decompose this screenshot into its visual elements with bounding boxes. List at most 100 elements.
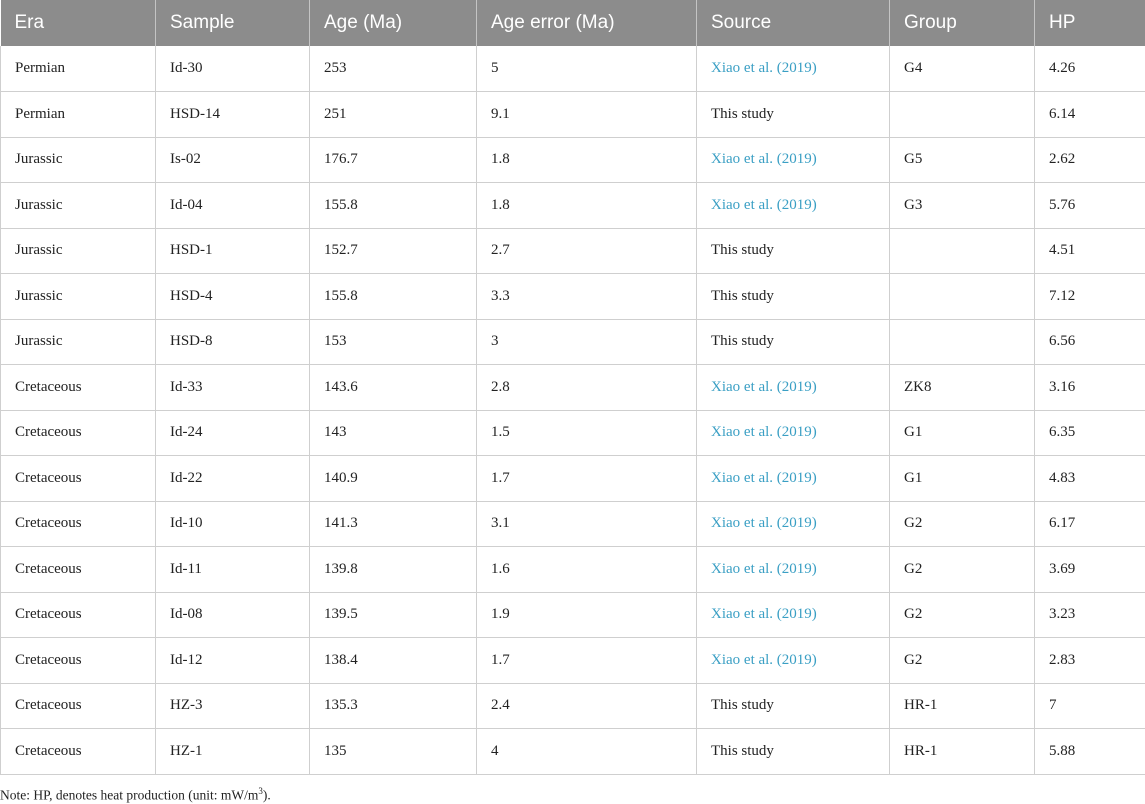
cell-sample: Id-12 — [155, 637, 310, 684]
cell-age: 138.4 — [309, 637, 477, 684]
cell-sample: HSD-4 — [155, 273, 310, 320]
table-row: Cretaceous Id-10 141.3 3.1 Xiao et al. (2019… — [0, 501, 1145, 547]
cell-source-link[interactable]: Xiao et al. (2019) — [696, 137, 890, 183]
cell-age-error: 2.4 — [476, 683, 697, 729]
cell-age-error: 1.9 — [476, 592, 697, 638]
cell-age: 139.5 — [309, 592, 477, 638]
table-body: Permian Id-30 253 5 Xiao et al. (2019) G4 4.26… — [0, 46, 1145, 775]
table-row: Cretaceous Id-33 143.6 2.8 Xiao et al. (2019… — [0, 364, 1145, 411]
cell-sample: Id-24 — [155, 410, 310, 456]
column-header-group: Group — [889, 0, 1035, 46]
table-row: Permian HSD-14 251 9.1 This study 6.14 — [0, 91, 1145, 138]
footnote-suffix: ). — [262, 787, 271, 803]
cell-source-link[interactable]: Xiao et al. (2019) — [696, 364, 890, 411]
cell-age: 141.3 — [309, 501, 477, 547]
cell-source-link[interactable]: Xiao et al. (2019) — [696, 501, 890, 547]
cell-era: Cretaceous — [0, 455, 156, 502]
cell-era: Cretaceous — [0, 592, 156, 638]
cell-hp: 2.83 — [1034, 637, 1145, 684]
table-row: Jurassic Is-02 176.7 1.8 Xiao et al. (2019) G… — [0, 137, 1145, 183]
cell-hp: 3.16 — [1034, 364, 1145, 411]
cell-source-link[interactable]: Xiao et al. (2019) — [696, 592, 890, 638]
column-header-sample: Sample — [155, 0, 310, 46]
cell-sample: Id-33 — [155, 364, 310, 411]
cell-hp: 4.83 — [1034, 455, 1145, 502]
cell-group: HR-1 — [889, 728, 1035, 775]
cell-source: This study — [696, 228, 890, 274]
cell-sample: HZ-3 — [155, 683, 310, 729]
cell-group — [889, 228, 1035, 274]
cell-age-error: 2.8 — [476, 364, 697, 411]
cell-age: 176.7 — [309, 137, 477, 183]
cell-age-error: 4 — [476, 728, 697, 775]
cell-age-error: 2.7 — [476, 228, 697, 274]
cell-group: ZK8 — [889, 364, 1035, 411]
cell-hp: 6.14 — [1034, 91, 1145, 138]
cell-group — [889, 273, 1035, 320]
cell-era: Cretaceous — [0, 364, 156, 411]
cell-age: 253 — [309, 46, 477, 92]
column-header-hp: HP — [1034, 0, 1145, 46]
table-row: Cretaceous Id-12 138.4 1.7 Xiao et al. (2019… — [0, 637, 1145, 684]
cell-age: 139.8 — [309, 546, 477, 593]
table-row: Jurassic Id-04 155.8 1.8 Xiao et al. (2019) G… — [0, 182, 1145, 229]
cell-sample: Id-22 — [155, 455, 310, 502]
cell-sample: Id-04 — [155, 182, 310, 229]
cell-sample: Id-11 — [155, 546, 310, 593]
cell-era: Jurassic — [0, 228, 156, 274]
cell-sample: HSD-1 — [155, 228, 310, 274]
table-row: Cretaceous HZ-3 135.3 2.4 This study HR-1 7 — [0, 683, 1145, 729]
cell-age-error: 1.8 — [476, 182, 697, 229]
cell-age: 140.9 — [309, 455, 477, 502]
table-row: Cretaceous Id-11 139.8 1.6 Xiao et al. (2019… — [0, 546, 1145, 593]
cell-age-error: 1.8 — [476, 137, 697, 183]
cell-age: 143.6 — [309, 364, 477, 411]
cell-age: 251 — [309, 91, 477, 138]
cell-era: Cretaceous — [0, 637, 156, 684]
cell-hp: 4.26 — [1034, 46, 1145, 92]
cell-source-link[interactable]: Xiao et al. (2019) — [696, 546, 890, 593]
cell-source-link[interactable]: Xiao et al. (2019) — [696, 182, 890, 229]
cell-age: 152.7 — [309, 228, 477, 274]
cell-source: This study — [696, 319, 890, 365]
table-row: Cretaceous Id-24 143 1.5 Xiao et al. (2019) G… — [0, 410, 1145, 456]
cell-source-link[interactable]: Xiao et al. (2019) — [696, 46, 890, 92]
cell-group: G2 — [889, 592, 1035, 638]
table-row: Jurassic HSD-1 152.7 2.7 This study 4.51 — [0, 228, 1145, 274]
table-row: Jurassic HSD-8 153 3 This study 6.56 — [0, 319, 1145, 365]
cell-age: 135.3 — [309, 683, 477, 729]
cell-sample: HSD-8 — [155, 319, 310, 365]
cell-hp: 7 — [1034, 683, 1145, 729]
cell-group: G5 — [889, 137, 1035, 183]
cell-group — [889, 91, 1035, 138]
cell-age-error: 3 — [476, 319, 697, 365]
cell-hp: 3.23 — [1034, 592, 1145, 638]
cell-group: G1 — [889, 410, 1035, 456]
cell-era: Jurassic — [0, 319, 156, 365]
cell-age-error: 1.7 — [476, 455, 697, 502]
cell-age-error: 9.1 — [476, 91, 697, 138]
cell-source-link[interactable]: Xiao et al. (2019) — [696, 455, 890, 502]
cell-era: Permian — [0, 46, 156, 92]
cell-age-error: 5 — [476, 46, 697, 92]
column-header-age-error: Age error (Ma) — [476, 0, 697, 46]
cell-group: G2 — [889, 546, 1035, 593]
cell-sample: HZ-1 — [155, 728, 310, 775]
cell-era: Cretaceous — [0, 546, 156, 593]
cell-source: This study — [696, 728, 890, 775]
cell-sample: Id-10 — [155, 501, 310, 547]
cell-source-link[interactable]: Xiao et al. (2019) — [696, 410, 890, 456]
footnote-text: Note: HP, denotes heat production (unit:… — [0, 787, 259, 803]
cell-era: Jurassic — [0, 273, 156, 320]
cell-age-error: 1.7 — [476, 637, 697, 684]
cell-source: This study — [696, 683, 890, 729]
data-table: Era Sample Age (Ma) Age error (Ma) Sourc… — [0, 0, 1145, 775]
table-row: Cretaceous Id-08 139.5 1.9 Xiao et al. (2019… — [0, 592, 1145, 638]
table-row: Permian Id-30 253 5 Xiao et al. (2019) G4 4.26 — [0, 46, 1145, 92]
cell-group: G3 — [889, 182, 1035, 229]
cell-source-link[interactable]: Xiao et al. (2019) — [696, 637, 890, 684]
cell-hp: 7.12 — [1034, 273, 1145, 320]
table-header: Era Sample Age (Ma) Age error (Ma) Sourc… — [0, 0, 1145, 46]
cell-era: Cretaceous — [0, 683, 156, 729]
cell-era: Cretaceous — [0, 728, 156, 775]
